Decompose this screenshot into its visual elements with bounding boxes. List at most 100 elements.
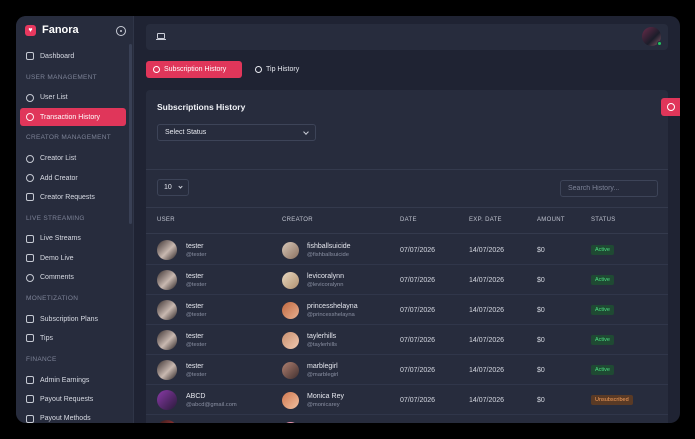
status-badge: Active	[591, 245, 614, 255]
table-row[interactable]: me@gmail.com @me@gmail.com Jordan Blake …	[146, 415, 668, 423]
creator-name[interactable]: Monica Rey	[307, 392, 344, 401]
table-row[interactable]: tester @tester fishballsuicide @fishball…	[146, 235, 668, 265]
exp-date-value: 14/07/2026	[469, 276, 505, 284]
user-name[interactable]: tester	[186, 332, 206, 341]
user-avatar[interactable]	[157, 390, 177, 410]
per-page-select[interactable]: 10	[157, 179, 189, 196]
creator-avatar[interactable]	[282, 271, 299, 289]
sidebar-item-label: Live Streams	[40, 235, 81, 243]
search-input[interactable]	[560, 180, 658, 197]
user-avatar[interactable]	[157, 420, 177, 423]
creator-cell: taylerhills @taylerhills	[282, 325, 337, 355]
status-select[interactable]: Select Status	[157, 124, 316, 141]
amount-cell: $0	[537, 265, 545, 295]
sidebar-item-dashboard[interactable]: Dashboard	[20, 47, 126, 65]
sidebar-item-add-creator[interactable]: Add Creator	[20, 169, 126, 187]
tab-subscription-history[interactable]: Subscription History	[146, 61, 242, 78]
date-cell: 07/07/2026	[400, 355, 435, 385]
exp-date-value: 14/07/2026	[469, 246, 505, 254]
user-name[interactable]: tester	[186, 362, 206, 371]
user-cell: tester @tester	[157, 325, 206, 355]
amount-value: $0	[537, 276, 545, 284]
creator-name[interactable]: Jordan Blake	[307, 422, 348, 424]
table-row[interactable]: tester @tester princesshelayna @princess…	[146, 295, 668, 325]
exp-date-cell: 14/07/2026	[469, 355, 504, 385]
user-plus-icon	[26, 174, 34, 183]
exp-date-value: 14/07/2026	[469, 396, 505, 404]
header-status[interactable]: STATUS	[591, 217, 616, 223]
settings-button[interactable]	[661, 98, 680, 116]
creator-name[interactable]: fishballsuicide	[307, 242, 351, 251]
user-avatar[interactable]	[157, 330, 177, 350]
section-user-management: USER MANAGEMENT	[26, 73, 97, 81]
tab-label: Tip History	[266, 66, 300, 73]
date-cell: 07/07/2026	[400, 325, 435, 355]
exp-date-value: 14/07/2026	[469, 366, 505, 374]
sidebar-item-user-list[interactable]: User List	[20, 89, 126, 107]
creator-avatar[interactable]	[282, 331, 299, 349]
creator-avatar[interactable]	[282, 241, 299, 259]
user-avatar[interactable]	[157, 300, 177, 320]
creator-avatar[interactable]	[282, 301, 299, 319]
status-badge: Unsubscribed	[591, 395, 633, 405]
user-name[interactable]: ABCD	[186, 392, 237, 401]
sidebar-collapse-icon[interactable]	[116, 26, 126, 36]
amount-cell: $0	[537, 385, 545, 415]
sidebar-item-tips[interactable]: Tips	[20, 329, 126, 347]
header-date[interactable]: DATE	[400, 217, 417, 223]
user-name[interactable]: tester	[186, 302, 206, 311]
header-user[interactable]: USER	[157, 217, 175, 223]
amount-cell: $0	[537, 295, 545, 325]
creator-avatar[interactable]	[282, 421, 299, 423]
creator-cell: fishballsuicide @fishballsuicide	[282, 235, 351, 265]
amount-value: $0	[537, 366, 545, 374]
date-value: 07/07/2026	[400, 276, 436, 284]
creator-name[interactable]: levicoralynn	[307, 272, 344, 281]
sidebar-item-creator-requests[interactable]: Creator Requests	[20, 188, 126, 206]
header-amount[interactable]: AMOUNT	[537, 217, 565, 223]
sidebar-item-admin-earnings[interactable]: Admin Earnings	[20, 371, 126, 389]
sidebar-item-transaction-history[interactable]: Transaction History	[20, 108, 126, 127]
sidebar-item-comments[interactable]: Comments	[20, 269, 126, 287]
gear-icon	[666, 103, 675, 111]
sidebar-item-payout-methods[interactable]: Payout Methods	[20, 410, 126, 423]
user-name[interactable]: tester	[186, 272, 206, 281]
header-exp-date[interactable]: EXP. DATE	[469, 217, 502, 223]
creator-avatar[interactable]	[282, 361, 299, 379]
sidebar-item-subscription-plans[interactable]: Subscription Plans	[20, 310, 126, 328]
header-creator[interactable]: CREATOR	[282, 217, 313, 223]
creator-name[interactable]: taylerhills	[307, 332, 337, 341]
chevron-down-icon	[303, 129, 309, 135]
avatar[interactable]	[642, 27, 662, 46]
sidebar-item-payout-requests[interactable]: Payout Requests	[20, 390, 126, 408]
user-avatar[interactable]	[157, 360, 177, 380]
table-row[interactable]: ABCD @abcd@gmail.com Monica Rey @monicar…	[146, 385, 668, 415]
laptop-icon[interactable]	[156, 33, 166, 40]
tab-tip-history[interactable]: Tip History	[248, 61, 308, 78]
sidebar-item-label: User List	[40, 94, 68, 102]
user-avatar[interactable]	[157, 270, 177, 290]
date-value: 07/07/2026	[400, 396, 436, 404]
creator-handle: @taylerhills	[307, 341, 338, 348]
brand[interactable]: ♥ Fanora	[25, 24, 79, 36]
date-cell: 07/07/2026	[400, 385, 435, 415]
user-avatar[interactable]	[157, 240, 177, 260]
sidebar-item-label: Payout Requests	[40, 395, 94, 403]
topbar	[146, 24, 668, 50]
table-row[interactable]: tester @tester marblegirl @marblegirl 07…	[146, 355, 668, 385]
sidebar-item-demo-live[interactable]: Demo Live	[20, 249, 126, 267]
creator-cell: princesshelayna @princesshelayna	[282, 295, 358, 325]
creator-name[interactable]: marblegirl	[307, 362, 338, 371]
user-name[interactable]: tester	[186, 242, 206, 251]
table-row[interactable]: tester @tester taylerhills @taylerhills …	[146, 325, 668, 355]
status-badge: Active	[591, 335, 614, 345]
table-row[interactable]: tester @tester levicoralynn @levicoralyn…	[146, 265, 668, 295]
creator-avatar[interactable]	[282, 391, 299, 409]
sidebar-item-label: Creator Requests	[40, 193, 95, 201]
creator-name[interactable]: princesshelayna	[307, 302, 358, 311]
sidebar-item-live-streams[interactable]: Live Streams	[20, 230, 126, 248]
user-name-block: tester @tester	[186, 362, 206, 379]
exp-date-value: 14/07/2026	[469, 336, 505, 344]
user-name[interactable]: me@gmail.com	[186, 422, 235, 424]
sidebar-item-creator-list[interactable]: Creator List	[20, 150, 126, 168]
